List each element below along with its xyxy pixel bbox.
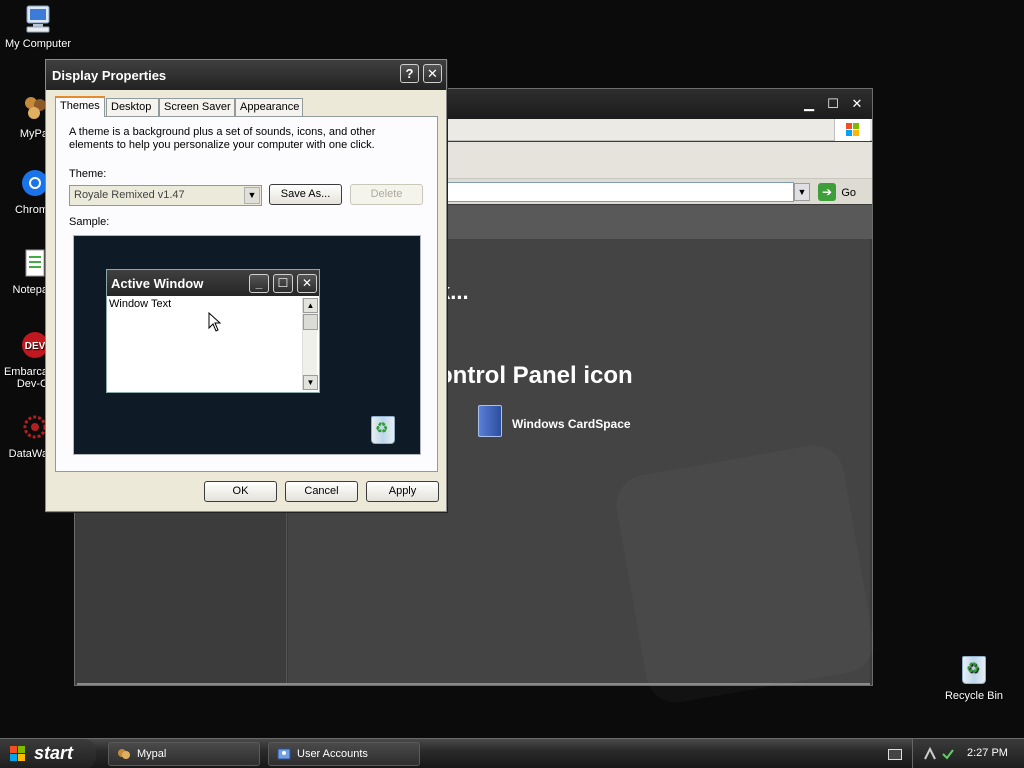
system-tray: 2:27 PM — [912, 739, 1024, 768]
mypal-icon — [117, 747, 131, 761]
minimize-icon: _ — [249, 274, 269, 293]
task-mypal[interactable]: Mypal — [108, 742, 260, 766]
cardspace-link[interactable]: Windows CardSpace — [512, 417, 631, 431]
task-label: Mypal — [137, 748, 167, 760]
preview-titlebar: Active Window _ ☐ ✕ — [107, 270, 319, 296]
preview-scrollbar: ▲ ▼ — [302, 298, 318, 390]
start-label: start — [34, 743, 74, 763]
sample-label: Sample: — [69, 216, 110, 228]
taskbar: start Mypal User Accounts 2:27 PM — [0, 738, 1024, 768]
user-accounts-icon — [277, 747, 291, 761]
maximize-button[interactable]: ☐ — [823, 95, 843, 114]
minimize-button[interactable]: ▁ — [799, 95, 819, 114]
control-panel-icon-heading: ontrol Panel icon — [438, 362, 633, 389]
keyboard-icon[interactable] — [888, 749, 902, 760]
window-bottom-border — [77, 683, 870, 685]
theme-select[interactable]: Royale Remixed v1.47 ▼ — [69, 185, 262, 206]
go-arrow-icon[interactable]: ➔ — [818, 183, 836, 201]
chevron-down-icon[interactable]: ▼ — [244, 187, 260, 204]
clock[interactable]: 2:27 PM — [967, 747, 1008, 759]
themes-panel: A theme is a background plus a set of so… — [55, 116, 438, 472]
dialog-title: Display Properties — [52, 68, 167, 83]
task-user-accounts[interactable]: User Accounts — [268, 742, 420, 766]
windows-logo-icon — [10, 746, 26, 762]
close-button[interactable]: ✕ — [423, 64, 442, 83]
theme-label: Theme: — [69, 168, 107, 180]
ok-button[interactable]: OK — [204, 481, 277, 502]
desktop-icon-my-computer[interactable]: My Computer — [0, 2, 76, 50]
watermark-graphic — [612, 441, 878, 707]
network-icon[interactable] — [923, 746, 937, 761]
scroll-down-icon: ▼ — [303, 375, 318, 390]
theme-select-value: Royale Remixed v1.47 — [74, 189, 185, 201]
scroll-thumb — [303, 314, 318, 330]
preview-window-title: Active Window — [111, 276, 204, 291]
tab-appearance[interactable]: Appearance — [235, 98, 303, 116]
tab-desktop[interactable]: Desktop — [106, 98, 159, 116]
cancel-button[interactable]: Cancel — [285, 481, 358, 502]
svg-text:DEV: DEV — [25, 341, 46, 352]
close-button[interactable]: ✕ — [847, 95, 867, 114]
theme-preview: Active Window _ ☐ ✕ Window Text ▲ ▼ — [73, 235, 421, 455]
windows-logo-icon — [834, 119, 870, 141]
mouse-cursor-icon — [208, 311, 222, 335]
desktop-icon-label: My Computer — [4, 38, 72, 50]
apply-button[interactable]: Apply — [366, 481, 439, 502]
preview-window-text: Window Text — [109, 298, 172, 310]
delete-button[interactable]: Delete — [350, 184, 423, 205]
start-button[interactable]: start — [0, 739, 96, 768]
tab-themes[interactable]: Themes — [55, 96, 105, 117]
desktop-icon-recycle-bin[interactable]: Recycle Bin — [936, 656, 1012, 702]
chevron-down-icon[interactable]: ▼ — [794, 183, 810, 201]
theme-description: A theme is a background plus a set of so… — [69, 126, 376, 151]
recycle-bin-icon — [960, 656, 988, 688]
help-button[interactable]: ? — [400, 64, 419, 83]
scroll-up-icon: ▲ — [303, 298, 318, 313]
tab-screen-saver[interactable]: Screen Saver — [159, 98, 235, 116]
go-button[interactable]: Go — [841, 187, 856, 199]
cardspace-icon[interactable] — [478, 405, 502, 437]
recycle-bin-icon — [371, 416, 397, 446]
close-icon: ✕ — [297, 274, 317, 293]
save-as-button[interactable]: Save As... — [269, 184, 342, 205]
display-properties-dialog[interactable]: Display Properties ? ✕ Themes Desktop Sc… — [45, 59, 447, 512]
computer-icon — [21, 2, 55, 36]
task-label: User Accounts — [297, 748, 368, 760]
maximize-icon: ☐ — [273, 274, 293, 293]
safely-remove-icon[interactable] — [941, 747, 955, 761]
dialog-titlebar[interactable]: Display Properties ? ✕ — [46, 60, 446, 90]
desktop-icon-label: Recycle Bin — [944, 690, 1004, 702]
